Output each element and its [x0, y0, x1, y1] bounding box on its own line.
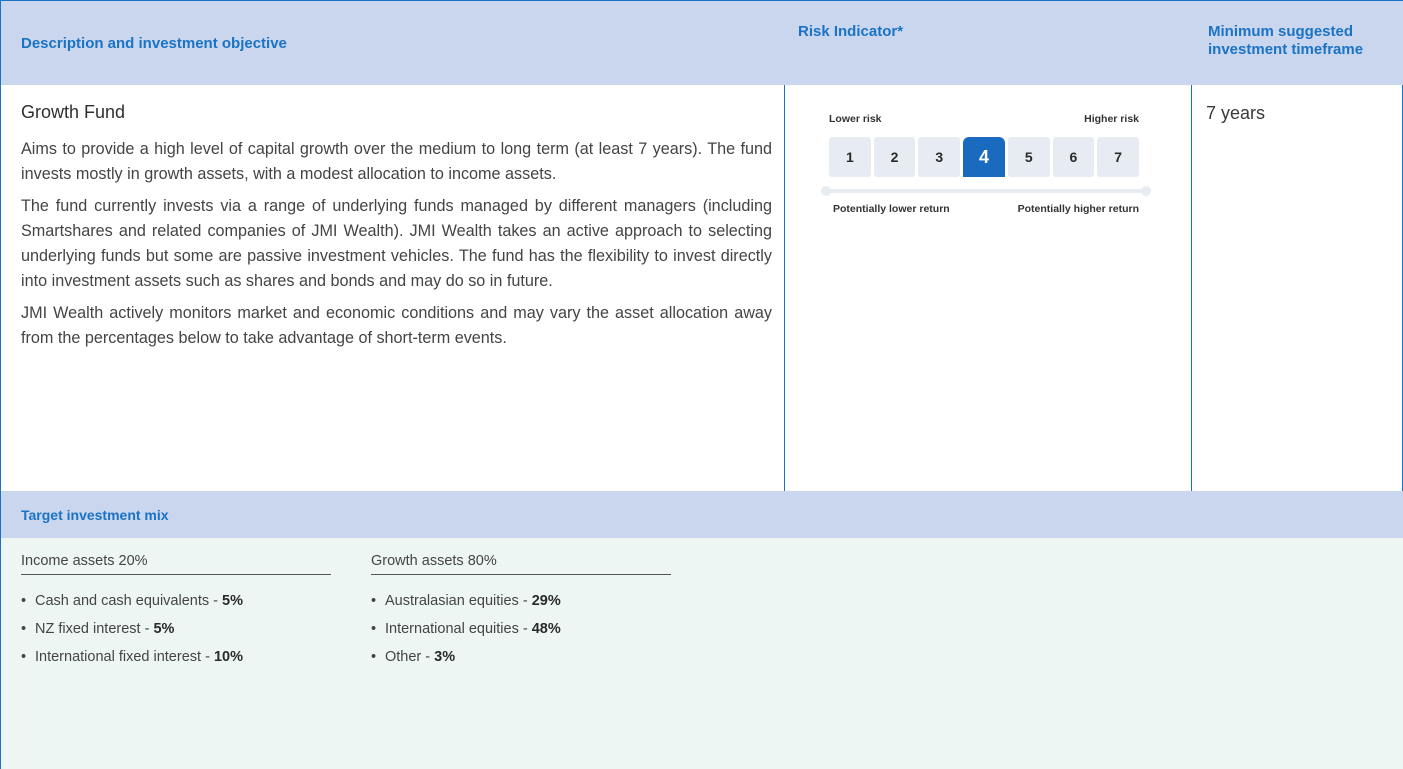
- risk-labels: Lower risk Higher risk: [829, 113, 1139, 125]
- fund-table: Description and investment objective Ris…: [0, 0, 1403, 769]
- risk-level-6: 6: [1052, 137, 1095, 177]
- income-assets-column: Income assets 20% Cash and cash equivale…: [21, 538, 331, 676]
- asset-label: Other -: [385, 649, 435, 665]
- header-timeframe: Minimum suggested investment timeframe: [1208, 23, 1364, 58]
- growth-assets-list: Australasian equities - 29% Internationa…: [371, 592, 671, 667]
- asset-value: 10%: [213, 649, 243, 665]
- asset-label: International fixed interest -: [35, 649, 214, 665]
- lower-return-label: Potentially lower return: [833, 203, 950, 215]
- asset-value: 3%: [434, 649, 456, 665]
- header-description: Description and investment objective: [21, 35, 287, 52]
- timeframe-cell: 7 years: [1206, 103, 1266, 123]
- header-risk-indicator: Risk Indicator*: [798, 23, 904, 40]
- investment-mix-body: Income assets 20% Cash and cash equivale…: [1, 538, 1403, 769]
- list-item: Cash and cash equivalents - 5%: [21, 592, 331, 611]
- return-labels: Potentially lower return Potentially hig…: [833, 203, 1139, 215]
- higher-return-label: Potentially higher return: [1017, 203, 1139, 215]
- description-paragraph: Aims to provide a high level of capital …: [21, 140, 772, 183]
- asset-value: 5%: [153, 621, 175, 637]
- income-assets-list: Cash and cash equivalents - 5% NZ fixed …: [21, 592, 331, 667]
- list-item: Australasian equities - 29%: [371, 592, 671, 611]
- risk-level-7: 7: [1097, 137, 1140, 177]
- table-body-row: Growth Fund Aims to provide a high level…: [1, 85, 1403, 491]
- risk-level-5: 5: [1007, 137, 1050, 177]
- higher-risk-label: Higher risk: [1084, 113, 1139, 125]
- description-cell: Growth Fund Aims to provide a high level…: [1, 85, 784, 491]
- list-item: International equities - 48%: [371, 620, 671, 639]
- fund-title: Growth Fund: [21, 102, 126, 122]
- growth-assets-column: Growth assets 80% Australasian equities …: [371, 538, 671, 676]
- risk-scale-line: [821, 186, 1151, 196]
- growth-assets-title: Growth assets 80%: [371, 538, 671, 575]
- description-paragraph: The fund currently invests via a range o…: [21, 197, 772, 290]
- risk-scale: 1 2 3 4 5 6 7: [829, 137, 1140, 177]
- investment-mix-header: Target investment mix: [1, 491, 1403, 538]
- risk-level-4: 4: [963, 137, 1005, 177]
- risk-indicator-cell: Lower risk Higher risk 1 2 3 4 5 6 7 Pot…: [784, 85, 1192, 491]
- asset-value: 48%: [531, 621, 561, 637]
- asset-value: 29%: [531, 593, 561, 609]
- income-assets-title: Income assets 20%: [21, 538, 331, 575]
- asset-label: Australasian equities -: [385, 593, 532, 609]
- asset-label: Cash and cash equivalents -: [35, 593, 222, 609]
- risk-level-1: 1: [829, 137, 871, 177]
- asset-value: 5%: [222, 593, 243, 609]
- list-item: NZ fixed interest - 5%: [21, 620, 331, 639]
- risk-level-2: 2: [873, 137, 916, 177]
- asset-label: International equities -: [385, 621, 532, 637]
- description-paragraph: JMI Wealth actively monitors market and …: [21, 304, 772, 347]
- asset-label: NZ fixed interest -: [35, 621, 154, 637]
- risk-level-3: 3: [918, 137, 961, 177]
- list-item: International fixed interest - 10%: [21, 648, 331, 667]
- table-header-row: Description and investment objective Ris…: [1, 1, 1403, 85]
- list-item: Other - 3%: [371, 648, 671, 667]
- lower-risk-label: Lower risk: [829, 113, 882, 125]
